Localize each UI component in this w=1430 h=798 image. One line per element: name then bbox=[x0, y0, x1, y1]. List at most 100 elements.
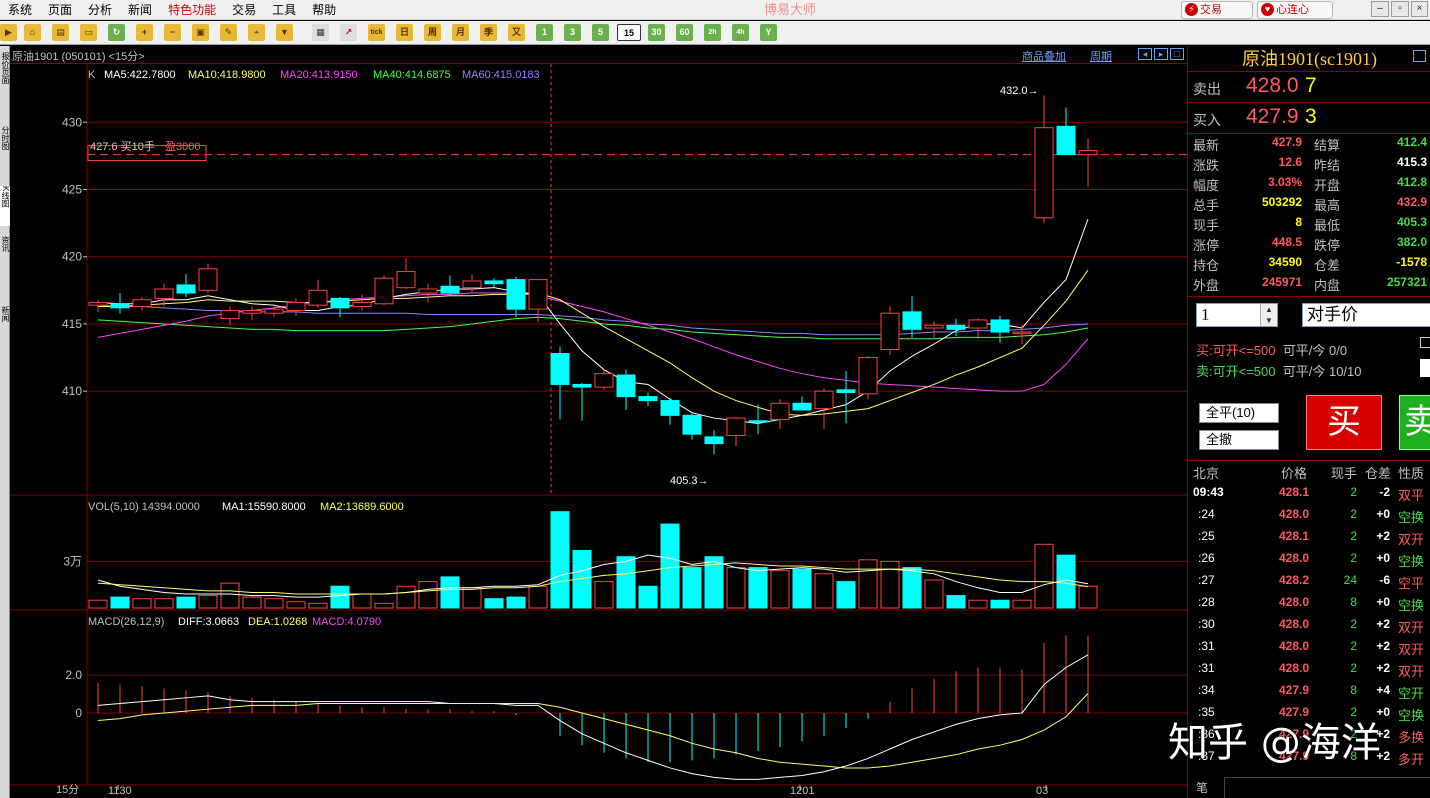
stat-value: 415.3 bbox=[1396, 155, 1427, 169]
table-icon[interactable]: ▦ bbox=[312, 24, 329, 41]
candle-body bbox=[330, 297, 350, 309]
tick-price: 428.0 bbox=[1278, 551, 1309, 565]
trade-button[interactable]: ⚡ 交易 bbox=[1181, 1, 1253, 19]
tick-header-time: 北京 bbox=[1193, 466, 1220, 481]
volume-tick-label: 3万 bbox=[63, 554, 82, 568]
volume-bar bbox=[638, 585, 658, 609]
price-type-select[interactable]: 对手价 bbox=[1302, 303, 1430, 327]
tab-news[interactable]: 新闻 bbox=[0, 306, 10, 366]
menu-news[interactable]: 新闻 bbox=[120, 0, 160, 20]
contract-title: 原油1901(sc1901) bbox=[1188, 46, 1430, 72]
forward-icon[interactable]: ▶ bbox=[0, 24, 17, 41]
overlay-link[interactable]: 商品叠加 bbox=[1022, 48, 1066, 64]
close-all-button[interactable]: 全平(10) bbox=[1199, 403, 1279, 423]
label-layer: K MA5:422.7800 MA10:418.9800 MA20:413.91… bbox=[56, 69, 1048, 797]
stat-label: 昨结 bbox=[1314, 158, 1341, 173]
candle-body bbox=[176, 284, 196, 294]
period-link[interactable]: 周期 bbox=[1090, 48, 1112, 64]
period-month[interactable]: 月 bbox=[452, 24, 469, 41]
period-year[interactable]: 又 bbox=[508, 24, 525, 41]
panel-window-icon[interactable] bbox=[1413, 50, 1426, 62]
candle-body bbox=[990, 319, 1010, 333]
period-15m[interactable]: 15 bbox=[617, 24, 641, 41]
connect-button[interactable]: ♥ 心连心 bbox=[1257, 1, 1333, 19]
candle-body bbox=[110, 303, 130, 309]
expand-icon[interactable]: ▸ bbox=[1154, 48, 1168, 60]
shrink-icon[interactable]: ◂ bbox=[1138, 48, 1152, 60]
menu-tools[interactable]: 工具 bbox=[264, 0, 304, 20]
candle-body bbox=[1034, 127, 1054, 219]
tick-oi-change: +0 bbox=[1376, 507, 1390, 521]
tick-oi-change: +0 bbox=[1376, 595, 1390, 609]
ask-price[interactable]: 428.0 bbox=[1246, 74, 1299, 98]
period-60m[interactable]: 60 bbox=[676, 24, 693, 41]
maximize-icon[interactable]: □ bbox=[1170, 48, 1184, 60]
checkbox-icon[interactable] bbox=[1420, 337, 1430, 348]
menu-help[interactable]: 帮助 bbox=[304, 0, 344, 20]
menu-trade[interactable]: 交易 bbox=[224, 0, 264, 20]
quantity-spinner-icon[interactable]: ▲ ▼ bbox=[1260, 304, 1277, 326]
tab-quote-page[interactable]: 报价页面 bbox=[0, 52, 10, 112]
watermark: 知乎 @海洋 bbox=[1168, 720, 1381, 766]
trading-app: 系统 页面 分析 新闻 特色功能 交易 工具 帮助 博易大师 ⚡ 交易 ♥ 心连心 … bbox=[0, 0, 1430, 798]
menu-analysis[interactable]: 分析 bbox=[80, 0, 120, 20]
candle-body bbox=[858, 357, 878, 395]
refresh-icon[interactable]: ↻ bbox=[108, 24, 125, 41]
period-day[interactable]: 日 bbox=[396, 24, 413, 41]
stat-value: 503292 bbox=[1261, 195, 1302, 209]
period-3m[interactable]: 3 bbox=[564, 24, 581, 41]
period-custom[interactable]: Y bbox=[760, 24, 777, 41]
restore-icon[interactable]: ▫ bbox=[1391, 1, 1409, 17]
period-quarter[interactable]: 季 bbox=[480, 24, 497, 41]
sell-button[interactable]: 卖 bbox=[1399, 395, 1430, 450]
period-tick[interactable]: tick bbox=[368, 24, 385, 41]
period-2h[interactable]: 2h bbox=[704, 24, 721, 41]
x-label-1201: 1201 bbox=[790, 785, 814, 797]
volume-bar bbox=[132, 598, 152, 609]
period-4h[interactable]: 4h bbox=[732, 24, 749, 41]
close-icon[interactable]: × bbox=[1411, 1, 1428, 17]
ma20-label: MA20:413.9150 bbox=[280, 69, 358, 81]
volume-bar bbox=[836, 581, 856, 609]
price-tick-label: 425 bbox=[62, 183, 82, 197]
zoom-out-icon[interactable]: − bbox=[164, 24, 181, 41]
volume-bar bbox=[902, 567, 922, 609]
chart-icon[interactable]: ↗ bbox=[340, 24, 357, 41]
menu-system[interactable]: 系统 bbox=[0, 0, 40, 20]
buy-button[interactable]: 买 bbox=[1306, 395, 1382, 450]
home-icon[interactable]: ⌂ bbox=[24, 24, 41, 41]
windows-icon[interactable]: ▣ bbox=[192, 24, 209, 41]
tick-bottom-label: 笔 bbox=[1196, 781, 1209, 795]
menu-page[interactable]: 页面 bbox=[40, 0, 80, 20]
period-5m[interactable]: 5 bbox=[592, 24, 609, 41]
candle-body bbox=[198, 268, 218, 291]
stat-label: 现手 bbox=[1193, 218, 1220, 233]
tab-info[interactable]: 资讯 bbox=[0, 236, 10, 296]
stat-label: 开盘 bbox=[1314, 178, 1341, 193]
book-icon[interactable]: ▤ bbox=[52, 24, 69, 41]
minimize-icon[interactable]: – bbox=[1371, 1, 1389, 17]
stat-label: 持仓 bbox=[1193, 258, 1220, 273]
tab-minute-chart[interactable]: 分时图 bbox=[0, 126, 10, 176]
period-1m[interactable]: 1 bbox=[536, 24, 553, 41]
tick-nature: 空平 bbox=[1398, 576, 1425, 591]
chart-area[interactable]: 430 425 420 415 410 3万 2.0 0 K MA5:422.7800 MA1… bbox=[10, 64, 1187, 798]
app-title: 博易大师 bbox=[763, 2, 816, 17]
side-dropdown-icon[interactable] bbox=[1420, 359, 1430, 377]
chart-header: 原油1901 (050101) <15分> 商品叠加 周期 ◂ ▸ □ bbox=[10, 46, 1187, 64]
stat-label: 涨跌 bbox=[1193, 158, 1220, 173]
candle-body bbox=[154, 288, 174, 299]
funnel-icon[interactable]: ▼ bbox=[276, 24, 293, 41]
zoom-in-icon[interactable]: + bbox=[136, 24, 153, 41]
bid-price[interactable]: 427.9 bbox=[1246, 105, 1299, 129]
folder-icon[interactable]: ▭ bbox=[80, 24, 97, 41]
period-week[interactable]: 周 bbox=[424, 24, 441, 41]
pen-icon[interactable]: ✎ bbox=[220, 24, 237, 41]
candle-body bbox=[132, 299, 152, 307]
period-30m[interactable]: 30 bbox=[648, 24, 665, 41]
brush-icon[interactable]: ⌁ bbox=[248, 24, 265, 41]
menu-special[interactable]: 特色功能 bbox=[160, 0, 224, 20]
cancel-all-button[interactable]: 全撤 bbox=[1199, 430, 1279, 450]
chart-svg[interactable]: 430 425 420 415 410 3万 2.0 0 K MA5:422.7800 MA1… bbox=[10, 64, 1187, 798]
tab-kline-chart[interactable]: K线图 bbox=[0, 186, 10, 226]
